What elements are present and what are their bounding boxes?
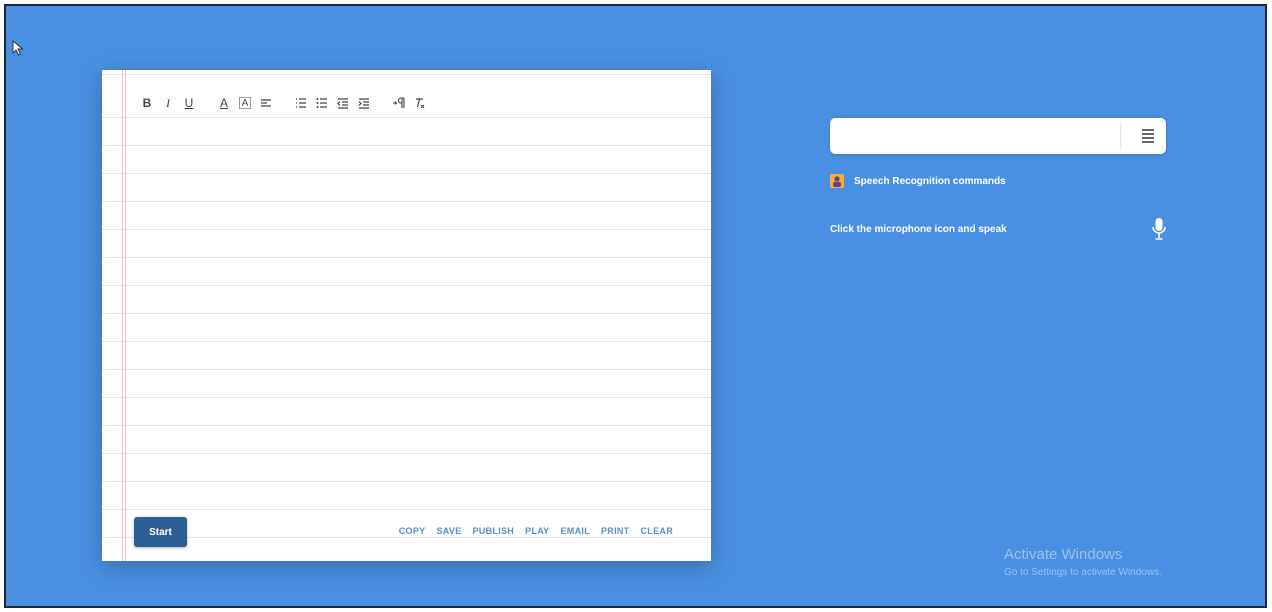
- bullet-list-icon[interactable]: [313, 93, 331, 113]
- indent-icon[interactable]: [355, 93, 373, 113]
- outdent-icon[interactable]: [334, 93, 352, 113]
- language-search-box: [830, 118, 1166, 154]
- save-button[interactable]: SAVE: [436, 526, 461, 536]
- notepad-margin-line: [122, 70, 126, 561]
- copy-button[interactable]: COPY: [399, 526, 426, 536]
- notepad-editor[interactable]: B I U A A Start COPY SAVE PUBLISH PLAY E…: [102, 70, 711, 561]
- speech-commands-icon: [830, 174, 844, 188]
- font-color-button[interactable]: A: [215, 93, 233, 113]
- ordered-list-icon[interactable]: [292, 93, 310, 113]
- activate-windows-subtitle: Go to Settings to activate Windows.: [1004, 567, 1162, 578]
- microphone-icon[interactable]: [1150, 216, 1168, 242]
- paragraph-direction-icon[interactable]: [390, 93, 408, 113]
- mouse-cursor-icon: [12, 40, 24, 56]
- publish-button[interactable]: PUBLISH: [473, 526, 515, 536]
- editor-actions: COPY SAVE PUBLISH PLAY EMAIL PRINT CLEAR: [399, 526, 673, 536]
- italic-button[interactable]: I: [159, 93, 177, 113]
- start-button[interactable]: Start: [134, 517, 187, 547]
- activate-windows-watermark: Activate Windows Go to Settings to activ…: [1004, 546, 1162, 578]
- play-button[interactable]: PLAY: [525, 526, 549, 536]
- speech-commands-link[interactable]: Speech Recognition commands: [830, 174, 1006, 188]
- activate-windows-title: Activate Windows: [1004, 546, 1123, 563]
- align-icon[interactable]: [257, 93, 275, 113]
- microphone-hint-text: Click the microphone icon and speak: [830, 224, 1007, 235]
- clear-formatting-icon[interactable]: [411, 93, 429, 113]
- language-search-input[interactable]: [830, 118, 1120, 154]
- clear-button[interactable]: CLEAR: [641, 526, 674, 536]
- print-button[interactable]: PRINT: [601, 526, 630, 536]
- highlight-button[interactable]: A: [239, 97, 251, 109]
- search-divider: [1120, 122, 1121, 150]
- email-button[interactable]: EMAIL: [561, 526, 591, 536]
- formatting-toolbar: B I U A A: [138, 92, 432, 114]
- speech-commands-label: Speech Recognition commands: [854, 175, 1006, 187]
- desktop-background: B I U A A Start COPY SAVE PUBLISH PLAY E…: [4, 4, 1267, 608]
- underline-button[interactable]: U: [180, 93, 198, 113]
- menu-icon[interactable]: [1136, 124, 1160, 148]
- bold-button[interactable]: B: [138, 93, 156, 113]
